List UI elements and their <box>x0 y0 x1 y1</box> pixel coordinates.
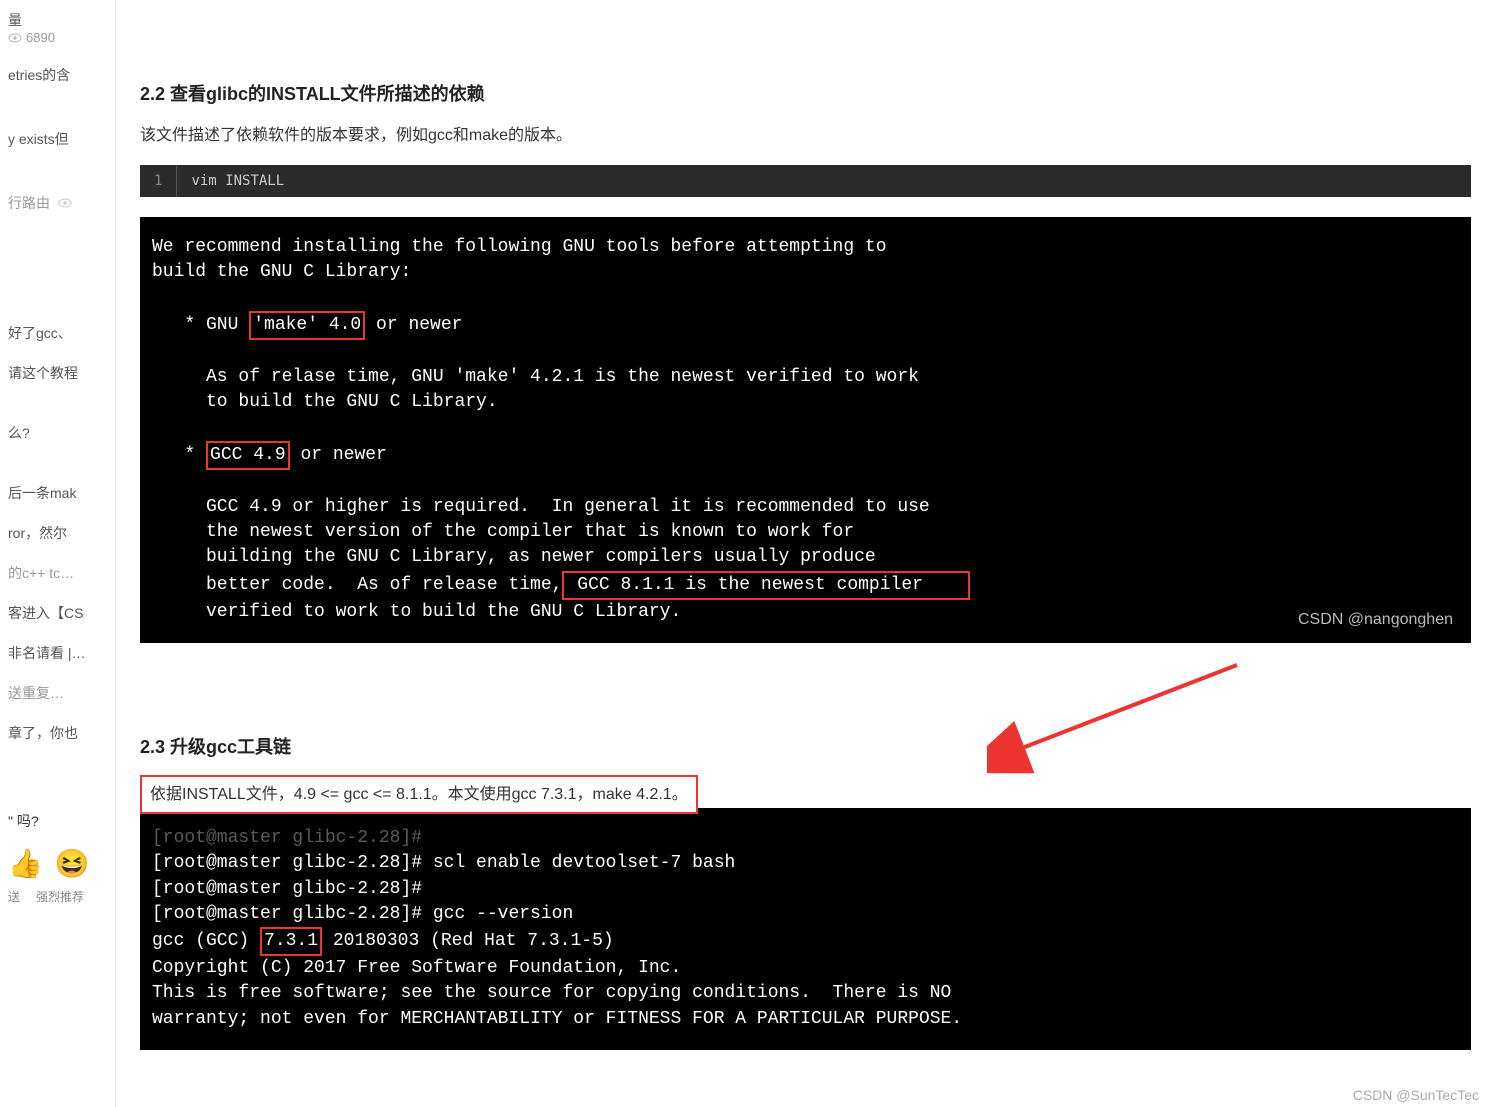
highlight-gcc49: GCC 4.9 <box>206 441 290 470</box>
sidebar-item-rank[interactable]: 非名请看 |… <box>8 633 107 673</box>
para-2-2: 该文件描述了依赖软件的版本要求，例如gcc和make的版本。 <box>140 122 1471 149</box>
arrow-annotation <box>987 655 1247 775</box>
watermark-csdn: CSDN @nangonghen <box>1298 609 1453 631</box>
sidebar-item-cpp[interactable]: 的c++ tc… <box>8 553 107 593</box>
emoji-labels: 送 强烈推荐 <box>8 888 107 905</box>
sidebar-item-me[interactable]: 么? <box>8 413 107 453</box>
laugh-emoji[interactable]: 😆 <box>55 847 90 880</box>
para-2-3: 依据INSTALL文件，4.9 <= gcc <= 8.1.1。本文使用gcc … <box>150 786 688 803</box>
emoji-row: 👍 😆 <box>8 839 107 888</box>
eye-icon <box>58 198 72 208</box>
highlight-make: 'make' 4.0 <box>249 311 365 340</box>
sidebar-item-gcc[interactable]: 好了gcc、 <box>8 313 107 353</box>
terminal-install: We recommend installing the following GN… <box>140 217 1471 643</box>
label-send: 送 <box>8 888 20 905</box>
code-text: vim INSTALL <box>177 165 1471 197</box>
main-content: 2.2 查看glibc的INSTALL文件所描述的依赖 该文件描述了依赖软件的版… <box>116 0 1487 1107</box>
heading-2-2: 2.2 查看glibc的INSTALL文件所描述的依赖 <box>140 80 1471 106</box>
heading-2-3: 2.3 升级gcc工具链 <box>140 733 1471 759</box>
sidebar-item-exists[interactable]: y exists但 <box>8 119 107 159</box>
sidebar-item-zhang[interactable]: 章了，你也 <box>8 713 107 753</box>
sidebar-item-ror[interactable]: ror，然尔 <box>8 513 107 553</box>
sidebar-item-cs[interactable]: 客进入【CS <box>8 593 107 633</box>
watermark-bottom: CSDN @SunTecTec <box>1353 1087 1479 1103</box>
terminal-gcc-version: [root@master glibc-2.28]# [root@master g… <box>140 808 1471 1050</box>
sidebar-prompt: " 吗? <box>8 803 107 839</box>
sidebar-item-tutorial[interactable]: 请这个教程 <box>8 353 107 393</box>
sidebar-item-volume[interactable]: 量 6890 <box>8 0 107 55</box>
thumbs-up-emoji[interactable]: 👍 <box>8 847 43 880</box>
sidebar-item-etries[interactable]: etries的含 <box>8 55 107 95</box>
code-block-vim: 1 vim INSTALL <box>140 165 1471 197</box>
label-tuijian: 强烈推荐 <box>36 888 84 905</box>
highlight-para-23: 依据INSTALL文件，4.9 <= gcc <= 8.1.1。本文使用gcc … <box>140 775 698 814</box>
sidebar: 量 6890 etries的含 y exists但 行路由 好了gcc、 请这个… <box>0 0 116 1107</box>
sidebar-item-route[interactable]: 行路由 <box>8 183 107 223</box>
code-line-number: 1 <box>140 165 177 197</box>
sidebar-item-mak[interactable]: 后一条mak <box>8 473 107 513</box>
sidebar-item-send[interactable]: 送重复… <box>8 673 107 713</box>
eye-icon <box>8 33 22 43</box>
view-count: 6890 <box>8 30 107 45</box>
highlight-gcc731: 7.3.1 <box>260 927 322 956</box>
highlight-gcc811: GCC 8.1.1 is the newest compiler <box>562 571 970 600</box>
sidebar-label: 量 <box>8 12 22 28</box>
